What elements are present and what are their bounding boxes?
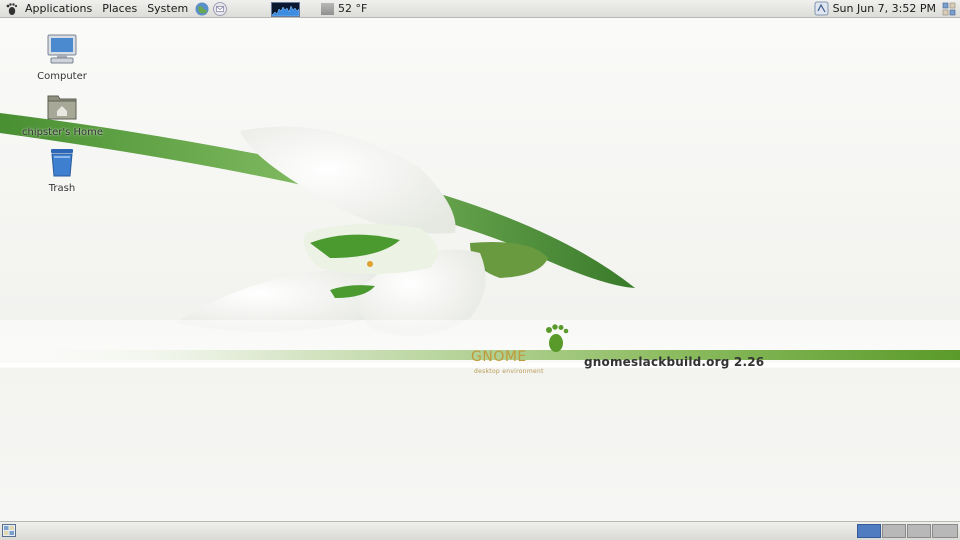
cpu-graph-icon [272, 5, 299, 16]
snowdrop-flower-image [0, 18, 960, 521]
main-menu: Applications Places System [0, 0, 229, 17]
desktop-icon-label: chipster's Home [22, 127, 104, 138]
web-browser-icon[interactable] [195, 2, 209, 16]
gnome-foot-icon[interactable] [4, 2, 18, 16]
window-list-icon[interactable] [942, 2, 956, 16]
bottom-panel [0, 521, 960, 540]
workspace-2[interactable] [882, 524, 906, 538]
update-notifier-icon[interactable] [814, 1, 829, 16]
workspace-4[interactable] [932, 524, 958, 538]
weather-applet[interactable]: 52 °F [321, 0, 367, 17]
desktop-wallpaper[interactable]: GNOME desktop environment gnomeslackbuil… [0, 18, 960, 521]
show-desktop-icon[interactable] [2, 524, 16, 537]
workspace-3[interactable] [907, 524, 931, 538]
workspace-1[interactable] [857, 524, 881, 538]
email-client-icon[interactable] [213, 1, 228, 16]
computer-icon [47, 34, 77, 64]
menu-applications[interactable]: Applications [20, 0, 97, 17]
top-panel: Applications Places System 52 °F Sun Jun… [0, 0, 960, 18]
gnome-tagline: desktop environment [474, 368, 544, 375]
desktop-icon-computer[interactable]: Computer [22, 32, 102, 82]
desktop-icon-trash[interactable]: Trash [22, 146, 102, 194]
gnome-wordmark: GNOME [471, 349, 527, 365]
menu-system[interactable]: System [142, 0, 193, 17]
desktop-icon-home[interactable]: chipster's Home [22, 90, 104, 138]
clock[interactable]: Sun Jun 7, 3:52 PM [833, 0, 940, 17]
menu-places[interactable]: Places [97, 0, 142, 17]
gnome-logo: GNOME [471, 349, 527, 365]
temperature-label: 52 °F [338, 2, 368, 15]
home-folder-icon [47, 95, 77, 120]
cloudy-weather-icon [321, 2, 334, 15]
clock-area: Sun Jun 7, 3:52 PM [814, 0, 960, 17]
system-monitor-applet[interactable] [271, 2, 300, 17]
desktop-icon-label: Computer [37, 71, 87, 82]
trash-icon [51, 149, 73, 177]
release-label: gnomeslackbuild.org 2.26 [584, 355, 765, 369]
desktop-icon-label: Trash [48, 183, 76, 194]
